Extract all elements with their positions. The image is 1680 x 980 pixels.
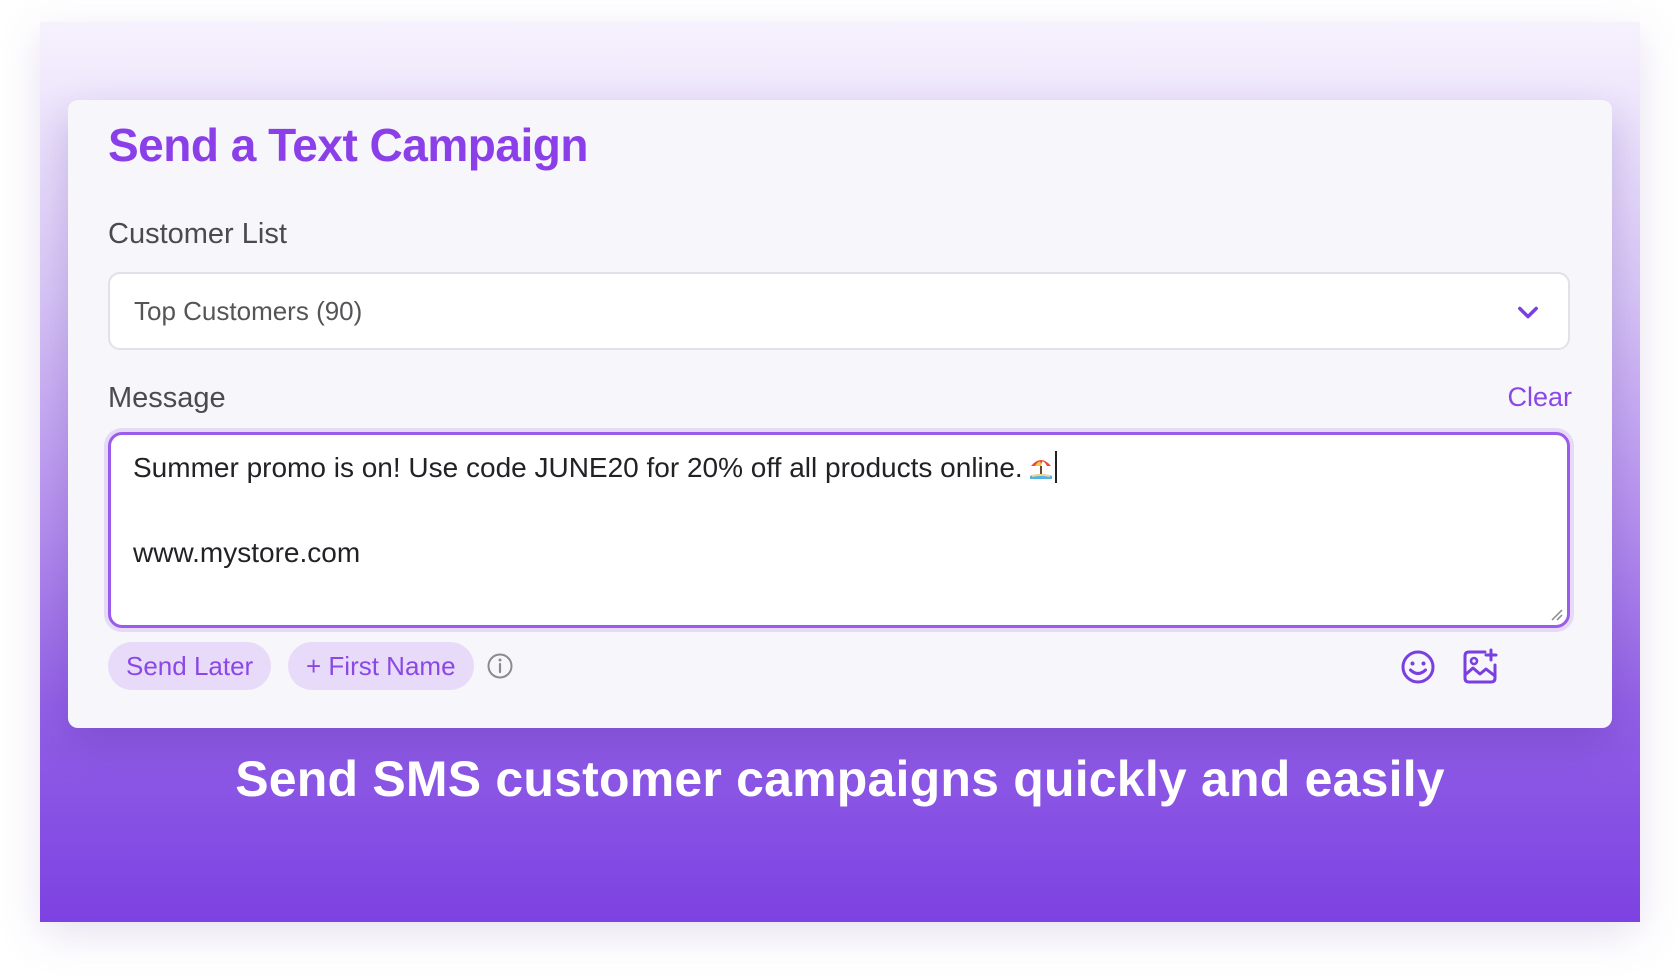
text-caret <box>1054 451 1057 483</box>
info-icon[interactable] <box>486 652 514 680</box>
customer-list-select[interactable]: Top Customers (90) <box>108 272 1570 350</box>
emoji-picker-icon[interactable] <box>1398 647 1438 687</box>
chevron-down-icon <box>1518 306 1538 319</box>
send-later-button[interactable]: Send Later <box>108 642 272 690</box>
beach-umbrella-emoji-icon <box>1029 460 1052 479</box>
banner-caption: Send SMS customer campaigns quickly and … <box>235 751 1445 807</box>
insert-first-name-button[interactable]: + First Name <box>288 642 474 690</box>
customer-list-value: Top Customers (90) <box>134 296 363 326</box>
promo-banner: Send a Text Campaign Customer List Top C… <box>40 22 1640 922</box>
message-label: Message <box>108 382 226 414</box>
clear-button[interactable]: Clear <box>1507 382 1572 413</box>
add-image-icon[interactable] <box>1460 647 1500 687</box>
message-textarea[interactable]: Summer promo is on! Use code JUNE20 for … <box>108 432 1570 628</box>
message-line-2: www.mystore.com <box>133 537 361 568</box>
campaign-card: Send a Text Campaign Customer List Top C… <box>68 100 1612 728</box>
page: Send a Text Campaign Customer List Top C… <box>0 0 1680 980</box>
message-line-1: Summer promo is on! Use code JUNE20 for … <box>133 451 1057 484</box>
card-title: Send a Text Campaign <box>108 119 588 171</box>
message-text-line-1: Summer promo is on! Use code JUNE20 for … <box>133 452 1023 483</box>
customer-list-label: Customer List <box>108 218 287 250</box>
resize-handle-icon[interactable] <box>1549 607 1563 621</box>
